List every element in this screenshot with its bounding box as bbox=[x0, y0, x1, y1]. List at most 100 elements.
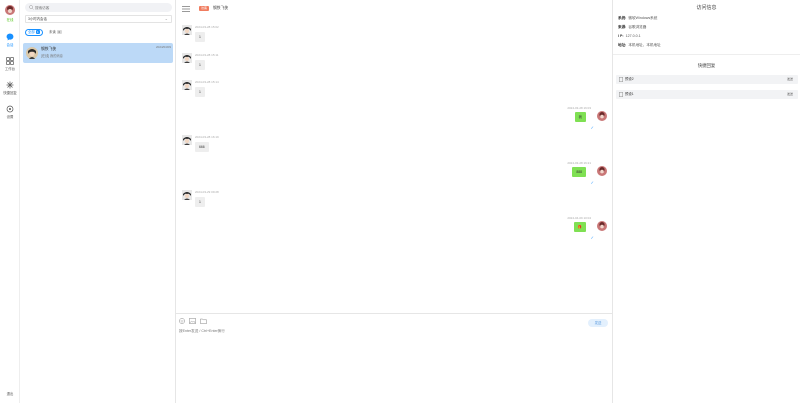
chat-bubble-icon bbox=[6, 33, 14, 41]
session-filter-value: 3小时内会话 bbox=[28, 17, 47, 21]
message-time: 2024-03-29 09:28 bbox=[195, 190, 219, 194]
nav-item-chat[interactable]: 会话 bbox=[0, 33, 20, 47]
nav-item-label: 会话 bbox=[6, 43, 14, 47]
quick-reply-label: 预设2 bbox=[625, 77, 634, 81]
gear-icon bbox=[6, 105, 14, 113]
info-key: 系统: bbox=[618, 16, 627, 20]
divider bbox=[613, 54, 800, 55]
message-time: 2024-03-28 16:03 bbox=[567, 106, 591, 110]
chat-header: 访客 钢铁飞侠 bbox=[176, 0, 613, 18]
nav-item-workbench[interactable]: 工作台 bbox=[0, 57, 20, 71]
info-row-ip: I P: 127.0.0.1 bbox=[618, 34, 641, 38]
emoji-icon[interactable] bbox=[179, 318, 185, 325]
chip-unread-count: 0 bbox=[56, 30, 62, 34]
message-agent: 2024-04-09 10:04 🎁 ✓ bbox=[176, 216, 613, 242]
quick-reply-send[interactable]: 发送 bbox=[787, 75, 793, 84]
message-agent: 2024-03-28 16:21 888 ✓ bbox=[176, 161, 613, 187]
visitor-avatar bbox=[182, 135, 192, 145]
visitor-avatar bbox=[182, 25, 192, 35]
quick-reply-icon bbox=[6, 81, 14, 89]
info-value: 127.0.0.1 bbox=[625, 34, 641, 38]
session-time: 2024/04/09 bbox=[155, 45, 171, 49]
message-bubble: 1 bbox=[195, 32, 205, 42]
read-check-icon: ✓ bbox=[590, 235, 594, 240]
info-row-source: 来源: 谷歌浏览器 bbox=[618, 25, 646, 30]
message-time: 2024-03-28 15:14 bbox=[195, 80, 219, 84]
quick-reply-title: 快捷回复 bbox=[697, 63, 716, 68]
message-bubble: 666 bbox=[195, 142, 209, 152]
chip-unread-label: 未读 bbox=[49, 30, 56, 34]
document-icon bbox=[619, 92, 623, 97]
info-value: 谷歌浏览器 bbox=[628, 25, 647, 29]
message-bubble: 我 bbox=[574, 112, 586, 122]
composer-toolbar bbox=[179, 318, 210, 325]
nav-item-quick-reply[interactable]: 快捷回复 bbox=[0, 81, 20, 95]
message-bubble: 1 bbox=[195, 197, 205, 207]
send-button[interactable]: 发送 bbox=[588, 319, 608, 327]
image-icon[interactable] bbox=[189, 318, 196, 325]
nav-item-label: 快捷回复 bbox=[3, 91, 17, 95]
message-agent: 2024-03-28 16:03 我 ✓ bbox=[176, 106, 613, 132]
search-input[interactable] bbox=[35, 3, 165, 12]
session-item[interactable]: 钢铁飞侠 [在线] 我的消息 2024/04/09 bbox=[23, 43, 173, 63]
message-time: 2024-04-09 10:04 bbox=[567, 216, 591, 220]
nav-item-label: 工作台 bbox=[4, 67, 16, 71]
visitor-avatar bbox=[182, 80, 192, 90]
document-icon bbox=[619, 77, 623, 82]
agent-avatar bbox=[597, 166, 607, 176]
visitor-avatar bbox=[182, 190, 192, 200]
message-time: 2024-03-28 15:02 bbox=[195, 25, 219, 29]
quick-reply-send[interactable]: 发送 bbox=[787, 90, 793, 99]
logout-button[interactable]: 退出 bbox=[0, 391, 20, 396]
info-key: 地址: bbox=[618, 43, 627, 47]
online-status: 在线 bbox=[6, 18, 14, 22]
message-time: 2024-03-28 15:11 bbox=[195, 53, 219, 57]
info-key: I P: bbox=[618, 34, 624, 38]
info-value: 本机地址，本机地址 bbox=[628, 43, 661, 47]
chip-all[interactable]: 全部 1 bbox=[25, 29, 43, 36]
visitor-avatar bbox=[26, 47, 38, 59]
message-composer: 发送 bbox=[176, 313, 613, 403]
visitor-tag: 访客 bbox=[199, 6, 210, 11]
grid-icon bbox=[6, 57, 14, 65]
nav-item-label: 设置 bbox=[6, 115, 14, 119]
search-box bbox=[25, 3, 172, 12]
visitor-info-panel: 访问信息 系统: 微软Windows系统 来源: 谷歌浏览器 I P: 127.0.0… bbox=[613, 0, 800, 403]
message-input[interactable] bbox=[179, 329, 579, 389]
read-check-icon: ✓ bbox=[590, 180, 594, 185]
left-nav: 在线 会话 工作台 快捷回复 设置 退出 bbox=[0, 0, 20, 403]
chip-unread[interactable]: 未读 0 bbox=[47, 29, 65, 36]
message-bubble: 1 bbox=[195, 60, 205, 70]
quick-reply-item[interactable]: 预设1 发送 bbox=[616, 90, 798, 99]
message-bubble: 🎁 bbox=[573, 222, 586, 232]
message-time: 2024-03-28 16:19 bbox=[195, 135, 219, 139]
agent-avatar[interactable] bbox=[5, 5, 15, 15]
folder-icon[interactable] bbox=[200, 318, 208, 325]
chip-all-count: 1 bbox=[35, 30, 40, 34]
chevron-down-icon: ⌄ bbox=[164, 16, 168, 21]
quick-reply-item[interactable]: 预设2 发送 bbox=[616, 75, 798, 84]
nav-item-settings[interactable]: 设置 bbox=[0, 105, 20, 119]
message-list: 2024-03-28 15:02 1 2024-03-28 15:11 1 20… bbox=[176, 18, 613, 313]
info-key: 来源: bbox=[618, 25, 627, 29]
menu-toggle-icon[interactable] bbox=[182, 6, 190, 12]
visitor-avatar bbox=[182, 53, 192, 63]
info-row-system: 系统: 微软Windows系统 bbox=[618, 16, 657, 21]
session-panel: 3小时内会话 ⌄ 全部1 未读0 钢铁飞侠 [在线] 我的消息 2024/04/… bbox=[20, 0, 176, 403]
message-time: 2024-03-28 16:21 bbox=[567, 161, 591, 165]
message-bubble: 1 bbox=[195, 87, 205, 97]
quick-reply-label: 预设1 bbox=[625, 92, 634, 96]
chip-all-label: 全部 bbox=[28, 30, 35, 34]
chat-title: 钢铁飞侠 bbox=[213, 6, 229, 10]
session-filter-select[interactable]: 3小时内会话 ⌄ bbox=[25, 15, 172, 23]
agent-avatar bbox=[597, 111, 607, 121]
search-icon bbox=[29, 5, 34, 10]
info-row-address: 地址: 本机地址，本机地址 bbox=[618, 43, 661, 48]
session-name: 钢铁飞侠 bbox=[41, 47, 57, 51]
message-bubble: 888 bbox=[572, 167, 586, 177]
info-value: 微软Windows系统 bbox=[628, 16, 658, 20]
session-preview: [在线] 我的消息 bbox=[41, 54, 63, 58]
read-check-icon: ✓ bbox=[590, 125, 594, 130]
agent-avatar bbox=[597, 221, 607, 231]
chat-panel: 访客 钢铁飞侠 2024-03-28 15:02 1 2024-03-28 15… bbox=[176, 0, 613, 403]
